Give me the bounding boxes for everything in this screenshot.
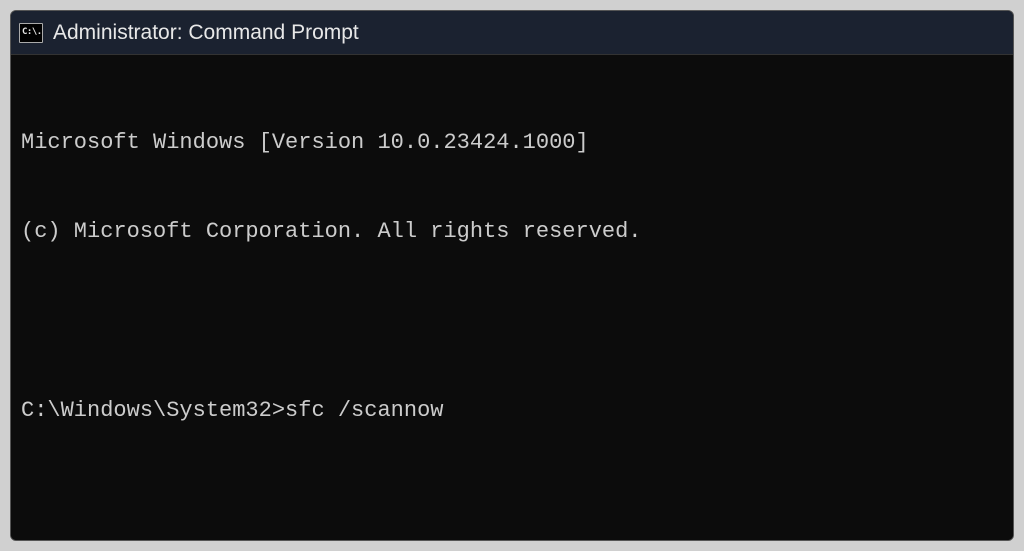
prompt-line: C:\Windows\System32>sfc /scannow xyxy=(21,396,1003,426)
command-prompt-window: C:\. Administrator: Command Prompt Micro… xyxy=(10,10,1014,541)
cmd-icon-text: C:\. xyxy=(22,28,42,37)
cmd-icon: C:\. xyxy=(19,23,43,43)
blank-line xyxy=(21,307,1003,337)
prompt-path: C:\Windows\System32> xyxy=(21,396,285,426)
prompt-command[interactable]: sfc /scannow xyxy=(285,396,443,426)
copyright-line: (c) Microsoft Corporation. All rights re… xyxy=(21,217,1003,247)
console-output[interactable]: Microsoft Windows [Version 10.0.23424.10… xyxy=(11,55,1013,540)
version-line: Microsoft Windows [Version 10.0.23424.10… xyxy=(21,128,1003,158)
titlebar[interactable]: C:\. Administrator: Command Prompt xyxy=(11,11,1013,55)
window-title: Administrator: Command Prompt xyxy=(53,21,359,45)
